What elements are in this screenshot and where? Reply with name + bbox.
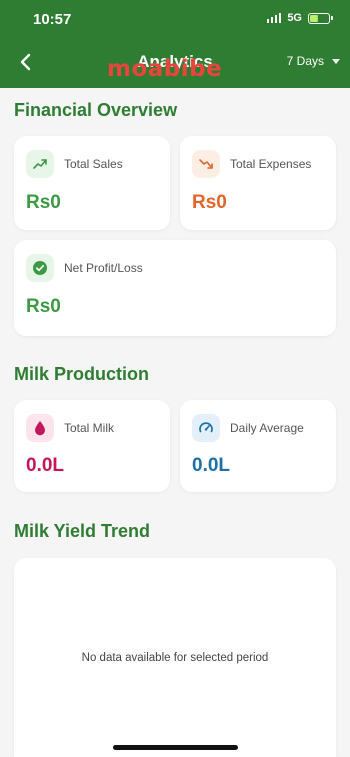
total-expenses-card: Total Expenses Rs0 — [180, 136, 336, 230]
milk-production-title: Milk Production — [14, 364, 149, 384]
check-circle-icon — [26, 254, 54, 282]
app-bar: Analytics moabibe 7 Days — [0, 38, 350, 88]
period-selector[interactable]: 7 Days — [287, 54, 340, 68]
total-milk-label: Total Milk — [64, 421, 115, 435]
total-expenses-label: Total Expenses — [230, 157, 312, 171]
network-label: 5G — [287, 12, 302, 24]
caret-down-icon — [332, 58, 340, 64]
total-milk-value: 0.0L — [26, 455, 65, 476]
financial-overview-title: Financial Overview — [14, 100, 178, 120]
milk-yield-chart-card: No data available for selected period — [14, 558, 336, 757]
net-profit-value: Rs0 — [26, 296, 61, 317]
status-time: 10:57 — [33, 11, 72, 28]
total-sales-card: Total Sales Rs0 — [14, 136, 170, 230]
empty-state-message: No data available for selected period — [81, 652, 269, 664]
trending-down-icon — [192, 150, 220, 178]
daily-average-value: 0.0L — [192, 455, 231, 476]
daily-average-label: Daily Average — [230, 421, 304, 435]
home-indicator[interactable] — [113, 745, 238, 750]
net-profit-card: Net Profit/Loss Rs0 — [14, 240, 336, 336]
speedometer-icon — [192, 414, 220, 442]
signal-icon — [266, 13, 282, 23]
water-drop-icon — [26, 414, 54, 442]
status-bar: 10:57 5G ⚡ — [0, 0, 350, 38]
total-sales-label: Total Sales — [64, 157, 123, 171]
total-milk-card: Total Milk 0.0L — [14, 400, 170, 492]
battery-icon: ⚡ — [308, 12, 333, 24]
milk-yield-trend-title: Milk Yield Trend — [14, 521, 151, 541]
trending-up-icon — [26, 150, 54, 178]
net-profit-label: Net Profit/Loss — [64, 261, 143, 275]
period-label: 7 Days — [286, 54, 324, 68]
total-sales-value: Rs0 — [26, 192, 61, 213]
daily-average-card: Daily Average 0.0L — [180, 400, 336, 492]
total-expenses-value: Rs0 — [192, 192, 227, 213]
status-indicators: 5G ⚡ — [266, 12, 333, 24]
